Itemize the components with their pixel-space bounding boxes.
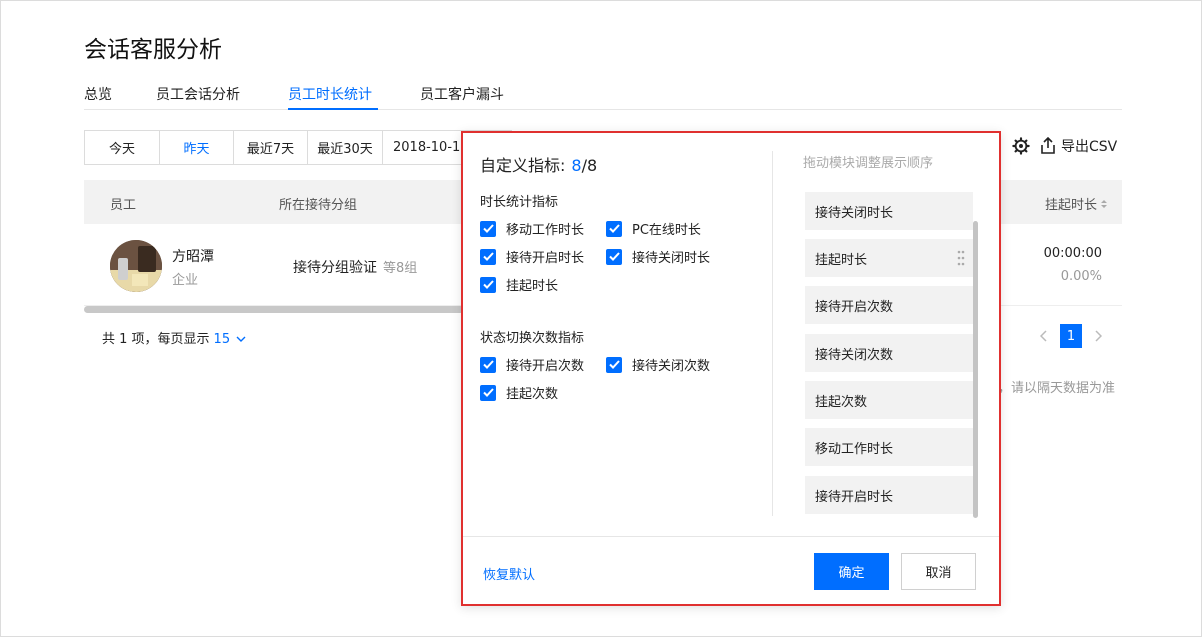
- checkbox-pc-online-time[interactable]: PC在线时长: [606, 219, 701, 238]
- checkbox-suspend-count[interactable]: 挂起次数: [480, 383, 558, 402]
- tab-overview[interactable]: 总览: [84, 84, 112, 104]
- sort-item-reception-close-count[interactable]: 接待关闭次数: [805, 334, 973, 372]
- tab-staff-funnel[interactable]: 员工客户漏斗: [420, 84, 504, 104]
- gear-icon[interactable]: [1012, 137, 1030, 155]
- check-icon: [480, 356, 496, 373]
- date-option-30days[interactable]: 最近30天: [307, 130, 383, 165]
- cancel-button[interactable]: 取消: [901, 553, 976, 590]
- page-number[interactable]: 1: [1060, 324, 1082, 348]
- checkbox-reception-close-time[interactable]: 接待关闭时长: [606, 247, 710, 266]
- total-count: /8: [581, 156, 598, 175]
- column-group: 所在接待分组: [279, 198, 358, 213]
- avatar: [110, 240, 162, 292]
- page-title: 会话客服分析: [84, 37, 222, 63]
- date-filter: 今天 昨天 最近7天 最近30天 2018-10-1: [84, 130, 512, 165]
- custom-metrics-dialog: 自定义指标: 8/8 时长统计指标 移动工作时长 PC在线时长 接待开启时长 接待…: [461, 131, 1001, 606]
- drag-handle-icon[interactable]: [957, 250, 965, 266]
- sort-item-reception-open-count[interactable]: 接待开启次数: [805, 286, 973, 324]
- chevron-down-icon[interactable]: [236, 335, 246, 343]
- horizontal-scrollbar[interactable]: [84, 306, 464, 313]
- checkbox-reception-open-count[interactable]: 接待开启次数: [480, 355, 584, 374]
- employee-group: 接待分组验证 等8组: [293, 260, 418, 276]
- prev-page-icon[interactable]: [1036, 324, 1052, 348]
- next-page-icon[interactable]: [1090, 324, 1106, 348]
- checkbox-mobile-work-time[interactable]: 移动工作时长: [480, 219, 584, 238]
- checkbox-reception-close-count[interactable]: 接待关闭次数: [606, 355, 710, 374]
- pagination: 1: [1036, 324, 1106, 348]
- group-more[interactable]: 等8组: [383, 261, 417, 276]
- sort-item-reception-close-time[interactable]: 接待关闭时长: [805, 192, 973, 230]
- check-icon: [480, 384, 496, 401]
- tab-staff-session[interactable]: 员工会话分析: [156, 84, 240, 104]
- export-icon: [1041, 137, 1055, 154]
- check-icon: [480, 220, 496, 237]
- pagination-summary: 共 1 项，每页显示 15: [102, 328, 246, 347]
- dialog-title: 自定义指标: 8/8: [480, 156, 598, 175]
- date-option-7days[interactable]: 最近7天: [233, 130, 308, 165]
- restore-default-link[interactable]: 恢复默认: [483, 564, 535, 583]
- checkbox-suspend-time[interactable]: 挂起时长: [480, 275, 558, 294]
- checkbox-reception-open-time[interactable]: 接待开启时长: [480, 247, 584, 266]
- sort-item-suspend-count[interactable]: 挂起次数: [805, 381, 973, 419]
- check-icon: [480, 276, 496, 293]
- tab-staff-duration[interactable]: 员工时长统计: [288, 84, 372, 104]
- dialog-footer-divider: [463, 536, 999, 537]
- export-csv-button[interactable]: 导出CSV: [1040, 136, 1117, 156]
- section-duration-title: 时长统计指标: [480, 195, 559, 210]
- section-switch-title: 状态切换次数指标: [480, 331, 585, 346]
- dialog-divider: [772, 151, 773, 516]
- sort-hint: 拖动模块调整展示顺序: [803, 156, 934, 171]
- column-suspend-time[interactable]: 挂起时长: [1045, 194, 1108, 213]
- column-employee: 员工: [110, 198, 137, 213]
- confirm-button[interactable]: 确定: [814, 553, 889, 590]
- export-csv-label: 导出CSV: [1061, 139, 1118, 155]
- sort-item-reception-open-time[interactable]: 接待开启时长: [805, 476, 973, 514]
- page-size-select[interactable]: 15: [214, 332, 231, 347]
- check-icon: [606, 248, 622, 265]
- sort-icon: [1101, 199, 1107, 208]
- date-option-today[interactable]: 今天: [84, 130, 160, 165]
- suspend-time-value: 00:00:00: [1043, 246, 1102, 261]
- sort-item-suspend-time[interactable]: 挂起时长: [805, 239, 973, 277]
- sort-item-mobile-work-time[interactable]: 移动工作时长: [805, 428, 973, 466]
- vertical-scrollbar[interactable]: [973, 221, 978, 518]
- active-tab-indicator: [288, 108, 378, 110]
- employee-name: 方昭潭: [172, 249, 214, 265]
- selected-count: 8: [571, 156, 582, 175]
- check-icon: [606, 356, 622, 373]
- toolbar: 导出CSV: [1012, 136, 1117, 156]
- date-option-yesterday[interactable]: 昨天: [159, 130, 234, 165]
- suspend-time-percent: 0.00%: [1060, 269, 1102, 284]
- employee-corp: 企业: [172, 273, 199, 288]
- data-note: ，请以隔天数据为准: [998, 381, 1116, 396]
- tab-bar: 总览 员工会话分析 员工时长统计 员工客户漏斗: [84, 76, 1122, 110]
- check-icon: [480, 248, 496, 265]
- check-icon: [606, 220, 622, 237]
